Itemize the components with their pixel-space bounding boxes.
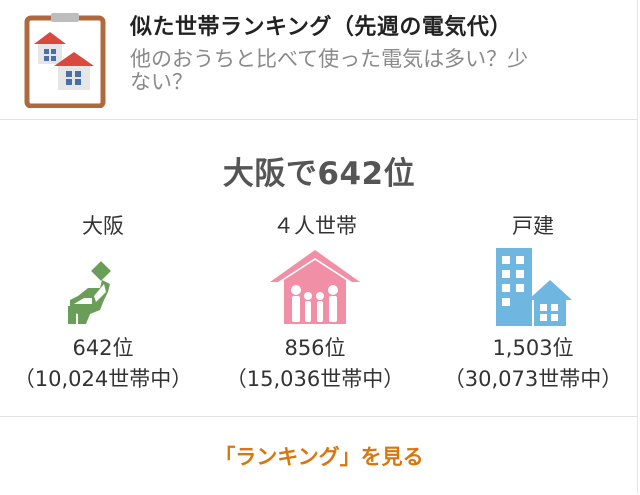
card-header: 似た世帯ランキング（先週の電気代） 他のおうちと比べて使った電気は多い？少ない？ — [0, 0, 638, 120]
houses-clipboard-icon — [24, 13, 106, 108]
column-total: （15,036世帯中） — [225, 367, 405, 391]
column-total: （10,024世帯中） — [13, 367, 193, 391]
column-label: 戸建 — [512, 214, 554, 238]
column-rank: 1,503位 — [492, 336, 574, 360]
family-house-icon — [270, 250, 360, 324]
ranking-card: 似た世帯ランキング（先週の電気代） 他のおうちと比べて使った電気は多い？少ない？… — [0, 0, 638, 494]
ranking-column-housing: 戸建 1,503位 （30,073世帯中） — [433, 212, 633, 396]
buildings-icon — [496, 248, 572, 326]
osaka-map-icon — [68, 261, 111, 324]
ranking-column-region: 大阪 642位 （10,024世帯中） — [3, 212, 203, 396]
ranking-column-household: ４人世帯 856位 （15,036世帯中） — [215, 212, 415, 396]
column-label: 大阪 — [82, 214, 124, 238]
card-subtitle: 他のおうちと比べて使った電気は多い？少ない？ — [130, 47, 529, 94]
column-total: （30,073世帯中） — [443, 367, 623, 391]
ranking-headline: 大阪で642位 — [222, 156, 416, 192]
column-rank: 856位 — [284, 336, 346, 360]
view-ranking-link[interactable]: 「ランキング」を見る — [0, 441, 638, 471]
column-label: ４人世帯 — [273, 214, 357, 238]
card-footer: 「ランキング」を見る — [0, 416, 638, 495]
card-title: 似た世帯ランキング（先週の電気代） — [130, 15, 512, 40]
column-rank: 642位 — [72, 336, 134, 360]
